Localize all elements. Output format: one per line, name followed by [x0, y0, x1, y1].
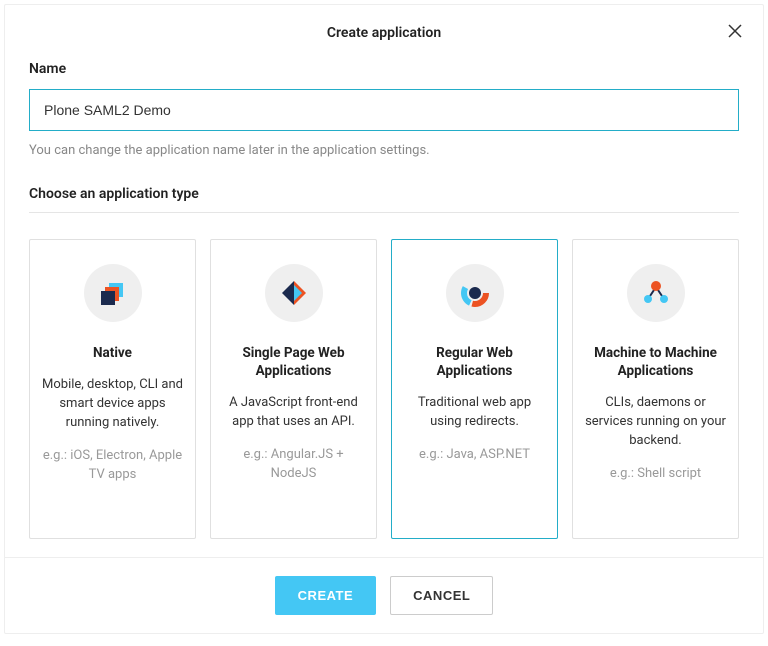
card-eg: e.g.: Java, ASP.NET — [419, 446, 530, 465]
native-icon — [84, 264, 142, 322]
card-desc: A JavaScript front-end app that uses an … — [223, 394, 364, 432]
type-grid: Native Mobile, desktop, CLI and smart de… — [29, 239, 739, 539]
type-card-spa[interactable]: Single Page Web Applications A JavaScrip… — [210, 239, 377, 539]
type-card-m2m[interactable]: Machine to Machine Applications CLIs, da… — [572, 239, 739, 539]
modal-header: Create application — [5, 5, 763, 53]
regular-web-icon — [446, 264, 504, 322]
type-card-native[interactable]: Native Mobile, desktop, CLI and smart de… — [29, 239, 196, 539]
card-eg: e.g.: iOS, Electron, Apple TV apps — [42, 447, 183, 485]
spa-icon — [265, 264, 323, 322]
card-title: Single Page Web Applications — [223, 344, 364, 380]
name-label: Name — [29, 61, 739, 77]
create-button[interactable]: Create — [275, 576, 376, 615]
modal-body: Name You can change the application name… — [5, 53, 763, 557]
type-card-regular-web[interactable]: Regular Web Applications Traditional web… — [391, 239, 558, 539]
m2m-icon — [627, 264, 685, 322]
type-label: Choose an application type — [29, 186, 739, 202]
name-hint: You can change the application name late… — [29, 143, 739, 158]
card-eg: e.g.: Shell script — [610, 465, 701, 484]
card-desc: Mobile, desktop, CLI and smart device ap… — [42, 376, 183, 433]
card-title: Machine to Machine Applications — [585, 344, 726, 380]
card-desc: CLIs, daemons or services running on you… — [585, 394, 726, 451]
modal-footer: Create Cancel — [5, 557, 763, 633]
close-icon — [728, 24, 742, 38]
card-eg: e.g.: Angular.JS + NodeJS — [223, 446, 364, 484]
card-title: Native — [93, 344, 132, 362]
create-application-modal: Create application Name You can change t… — [4, 4, 764, 634]
close-button[interactable] — [725, 21, 745, 41]
card-title: Regular Web Applications — [404, 344, 545, 380]
cancel-button[interactable]: Cancel — [390, 576, 493, 615]
card-desc: Traditional web app using redirects. — [404, 394, 545, 432]
name-input[interactable] — [29, 89, 739, 131]
divider — [29, 212, 739, 213]
modal-title: Create application — [327, 25, 441, 41]
